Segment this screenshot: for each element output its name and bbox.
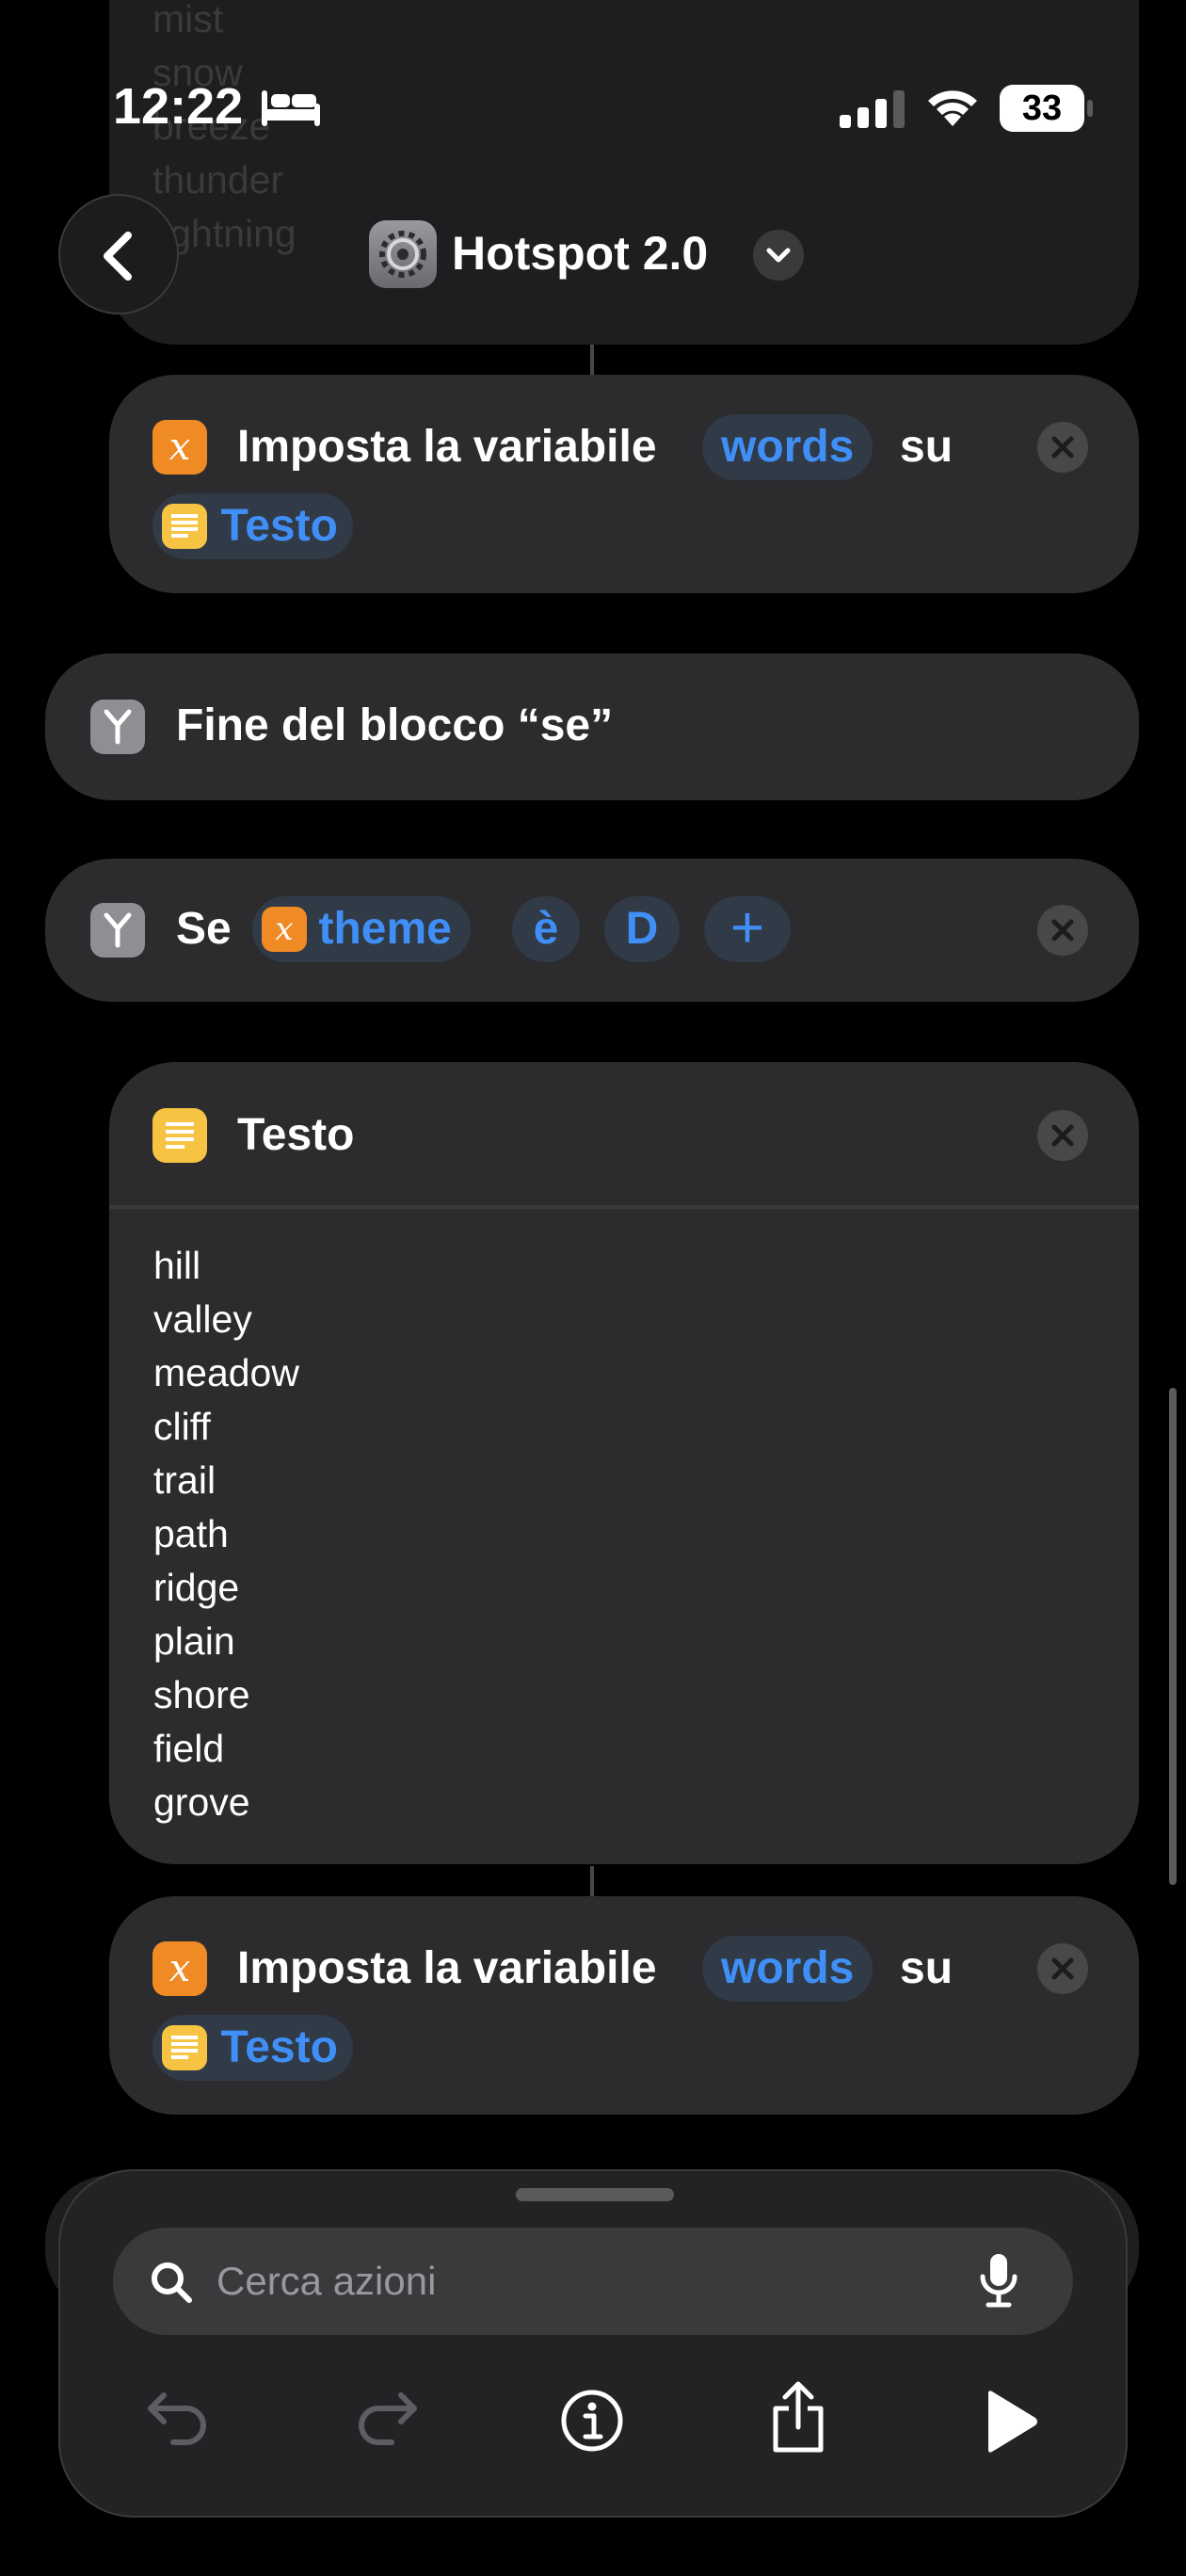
status-bar: 12:22 33 [0, 0, 1186, 188]
actions-panel: Cerca azioni [58, 2169, 1128, 2518]
search-placeholder: Cerca azioni [216, 2259, 437, 2303]
signal-icon [840, 90, 905, 128]
remove-action-button[interactable] [1037, 422, 1088, 473]
if-label: Se [176, 904, 232, 954]
wifi-icon [928, 90, 977, 126]
text-icon [162, 2025, 207, 2070]
text-line: hill [153, 1244, 201, 1287]
add-condition-button[interactable]: + [704, 896, 791, 962]
plus-icon: + [729, 895, 765, 960]
remove-action-button[interactable] [1037, 905, 1088, 956]
chevron-down-icon [753, 230, 804, 281]
set-variable-label: Imposta la variabile [237, 1943, 657, 1993]
scrollbar[interactable] [1169, 1388, 1177, 1885]
settings-gear-icon [369, 220, 437, 288]
battery-level: 33 [1021, 89, 1063, 128]
text-content[interactable]: hill valley meadow cliff trail path ridg… [153, 1239, 299, 1829]
text-line: meadow [153, 1351, 299, 1394]
if-action[interactable]: Se x theme è D + [45, 859, 1139, 1002]
battery-cap [1087, 100, 1093, 117]
text-line: cliff [153, 1405, 211, 1448]
variable-name-pill[interactable]: words [702, 414, 873, 480]
close-icon [1051, 436, 1074, 459]
close-icon [1051, 919, 1074, 942]
set-variable-action[interactable]: x Imposta la variabile words su Testo [109, 375, 1139, 593]
redo-icon[interactable] [352, 2388, 420, 2448]
variable-value: Testo [220, 501, 338, 551]
divider [109, 1205, 1139, 1209]
back-button[interactable] [58, 194, 179, 314]
text-action[interactable]: Testo hill valley meadow cliff trail pat… [109, 1062, 1139, 1864]
text-action-title: Testo [237, 1110, 355, 1160]
text-line: shore [153, 1673, 250, 1716]
text-icon [162, 504, 207, 549]
if-branch-icon [90, 903, 145, 958]
set-variable-action[interactable]: x Imposta la variabile words su Testo [109, 1896, 1139, 2115]
text-line: plain [153, 1619, 235, 1663]
variable-name: words [721, 1943, 855, 1993]
undo-icon[interactable] [145, 2388, 213, 2448]
end-if-label: Fine del blocco “se” [176, 700, 614, 750]
set-variable-label: Imposta la variabile [237, 422, 657, 472]
if-variable-pill[interactable]: x theme [252, 896, 471, 962]
connector-line [590, 345, 594, 377]
remove-action-button[interactable] [1037, 1943, 1088, 1994]
text-line: ridge [153, 1566, 240, 1609]
variable-value-pill[interactable]: Testo [152, 2015, 353, 2081]
shortcut-title: Hotspot 2.0 [452, 227, 709, 280]
variable-value: Testo [220, 2022, 338, 2072]
variable-value-pill[interactable]: Testo [152, 493, 353, 559]
close-icon [1051, 1124, 1074, 1147]
text-line: path [153, 1512, 229, 1555]
if-operator: è [533, 904, 559, 954]
variable-name: words [721, 422, 855, 472]
su-label: su [900, 422, 954, 472]
su-label: su [900, 1943, 954, 1993]
play-icon[interactable] [979, 2388, 1041, 2455]
remove-action-button[interactable] [1037, 1110, 1088, 1161]
search-icon [152, 2262, 192, 2303]
variable-icon: x [152, 420, 207, 475]
if-value-pill[interactable]: D [604, 896, 680, 962]
battery-icon: 33 [1000, 85, 1084, 132]
search-bar[interactable]: Cerca azioni [113, 2228, 1073, 2335]
status-time: 12:22 [113, 78, 244, 135]
text-line: field [153, 1727, 225, 1770]
if-value: D [625, 904, 659, 954]
drag-handle[interactable] [516, 2188, 674, 2201]
if-branch-icon [90, 700, 145, 754]
info-icon[interactable] [559, 2388, 625, 2454]
if-variable: theme [318, 904, 452, 954]
connector-line [590, 1866, 594, 1898]
text-line: grove [153, 1780, 250, 1824]
end-if-action[interactable]: Fine del blocco “se” [45, 653, 1139, 800]
variable-icon: x [262, 907, 307, 952]
chevron-left-icon [104, 232, 132, 281]
microphone-icon[interactable] [977, 2252, 1020, 2309]
close-icon [1051, 1957, 1074, 1980]
if-operator-pill[interactable]: è [512, 896, 580, 962]
text-icon [152, 1108, 207, 1163]
text-line: trail [153, 1458, 216, 1502]
text-line: valley [153, 1297, 252, 1341]
share-icon[interactable] [768, 2380, 828, 2455]
shortcut-title-button[interactable]: Hotspot 2.0 [369, 218, 811, 290]
bed-icon [262, 90, 320, 126]
variable-name-pill[interactable]: words [702, 1936, 873, 2002]
variable-icon: x [152, 1941, 207, 1996]
